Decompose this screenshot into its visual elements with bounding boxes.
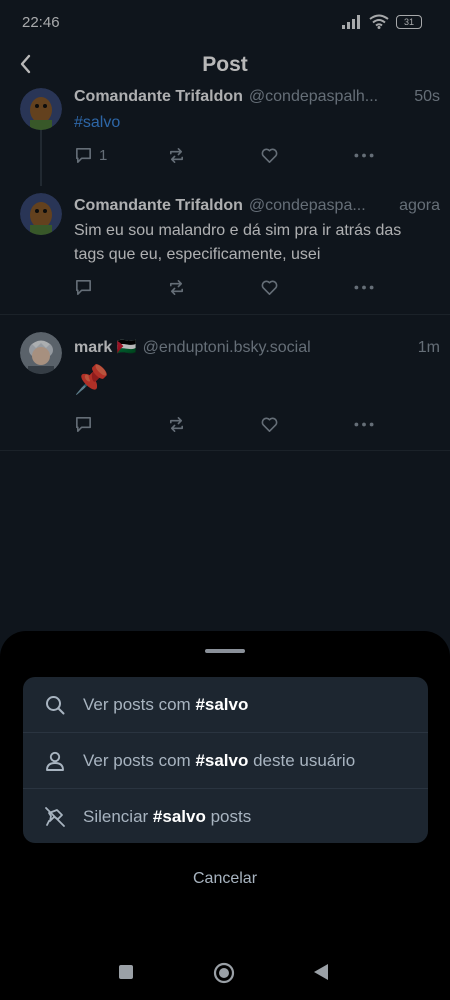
mute-icon [45,807,65,827]
recents-icon[interactable] [118,964,134,980]
menu-item-mute-tag[interactable]: Silenciar #salvo posts [23,789,428,843]
menu-item-view-posts[interactable]: Ver posts com #salvo [23,677,428,732]
search-icon [46,696,65,715]
person-icon [46,751,64,771]
menu-item-view-user-posts[interactable]: Ver posts com #salvo deste usuário [23,733,428,788]
menu-item-label: Ver posts com #salvo [83,695,249,714]
system-nav-bar [0,950,450,1000]
hashtag-menu: Ver posts com #salvo Ver posts com #salv… [23,677,428,843]
home-icon[interactable] [213,962,235,984]
back-nav-icon[interactable] [313,963,329,981]
cancel-button[interactable]: Cancelar [0,870,450,888]
bottom-sheet: Ver posts com #salvo Ver posts com #salv… [0,631,450,1000]
menu-item-label: Silenciar #salvo posts [83,807,252,826]
menu-item-label: Ver posts com #salvo deste usuário [83,751,356,770]
sheet-drag-handle[interactable] [205,649,245,653]
